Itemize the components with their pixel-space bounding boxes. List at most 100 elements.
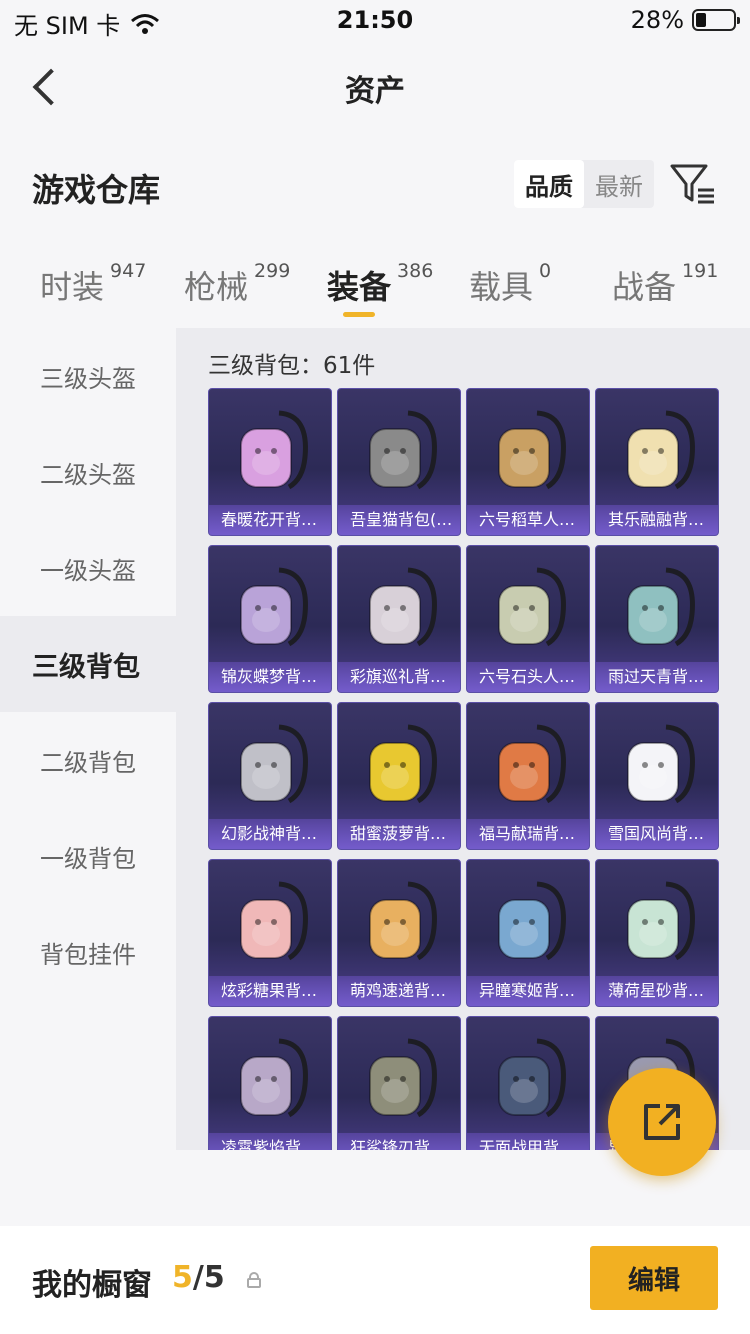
backpack-icon [240,724,308,804]
item-card[interactable]: 锦灰蝶梦背… [208,545,332,693]
tab-label: 战备 [612,268,677,306]
tab-count: 299 [254,260,291,282]
battery-percent: 28% [630,6,684,34]
backpack-icon [627,881,695,961]
tab-supplies[interactable]: 战备 191 [612,260,719,308]
showcase-count: 5/5 [172,1260,225,1295]
tab-equipment[interactable]: 装备 386 [327,260,434,308]
sidebar-item-lvl2-backpack[interactable]: 二级背包 [0,712,176,808]
backpack-icon [369,724,437,804]
backpack-icon [627,410,695,490]
showcase-count-current: 5 [172,1260,193,1295]
item-name: 异瞳寒姬背… [467,976,589,1006]
backpack-icon [369,567,437,647]
sort-quality-button[interactable]: 品质 [514,160,584,208]
item-panel: 三级背包：61件 春暖花开背… 吾皇猫背包(… 六号稻草人… 其乐融融背… 锦灰蝶梦背…… [176,328,750,1150]
section-title: 游戏仓库 [32,171,161,209]
backpack-icon [627,724,695,804]
item-name: 春暖花开背… [209,505,331,535]
item-card[interactable]: 甜蜜菠萝背… [337,702,461,850]
panel-heading: 三级背包：61件 [208,353,376,379]
backpack-icon [240,881,308,961]
backpack-icon [369,410,437,490]
item-card[interactable]: 春暖花开背… [208,388,332,536]
item-card[interactable]: 彩旗巡礼背… [337,545,461,693]
item-name: 薄荷星砂背… [596,976,718,1006]
share-icon [644,1104,680,1140]
backpack-icon [498,881,566,961]
item-name: 萌鸡速递背… [338,976,460,1006]
item-name: 彩旗巡礼背… [338,662,460,692]
item-name: 无面战甲背… [467,1133,589,1150]
tab-count: 947 [110,260,147,282]
category-tabs: 时装 947 枪械 299 装备 386 载具 0 战备 191 [0,260,750,322]
item-name: 福马献瑞背… [467,819,589,849]
item-name: 六号石头人… [467,662,589,692]
nav-bar: 资产 [0,50,750,120]
backpack-icon [240,567,308,647]
item-name: 幻影战神背… [209,819,331,849]
item-card[interactable]: 雪国风尚背… [595,702,719,850]
item-card[interactable]: 六号稻草人… [466,388,590,536]
backpack-icon [498,1038,566,1118]
sort-latest-button[interactable]: 最新 [584,160,654,208]
item-card[interactable]: 其乐融融背… [595,388,719,536]
showcase-label: 我的橱窗 [32,1268,152,1303]
tab-vehicles[interactable]: 载具 0 [469,260,552,308]
filter-icon[interactable] [668,160,716,206]
sidebar-item-lvl1-backpack[interactable]: 一级背包 [0,808,176,904]
showcase-count-total: /5 [192,1260,225,1295]
tab-count: 386 [397,260,434,282]
sidebar-item-lvl1-helmet[interactable]: 一级头盔 [0,520,176,616]
item-name: 甜蜜菠萝背… [338,819,460,849]
item-name: 其乐融融背… [596,505,718,535]
sidebar-item-backpack-charms[interactable]: 背包挂件 [0,904,176,1000]
item-name: 吾皇猫背包(… [338,505,460,535]
share-fab-button[interactable] [608,1068,716,1176]
item-card[interactable]: 福马献瑞背… [466,702,590,850]
backpack-icon [498,724,566,804]
tab-count: 0 [539,260,552,282]
item-card[interactable]: 幻影战神背… [208,702,332,850]
tab-label: 枪械 [184,268,249,306]
item-card[interactable]: 雨过天青背… [595,545,719,693]
sidebar-item-lvl3-helmet[interactable]: 三级头盔 [0,328,176,424]
item-name: 狂鲨锋刃背… [338,1133,460,1150]
tab-firearms[interactable]: 枪械 299 [184,260,291,308]
item-card[interactable]: 凌霄紫焰背… [208,1016,332,1150]
tab-label: 时装 [40,268,105,306]
showcase-bar: 我的橱窗 5/5 编辑 [0,1226,750,1334]
tab-fashion[interactable]: 时装 947 [40,260,147,308]
backpack-icon [240,410,308,490]
sort-toggle: 品质 最新 [514,160,654,208]
backpack-icon [240,1038,308,1118]
item-card[interactable]: 炫彩糖果背… [208,859,332,1007]
lock-icon [247,1272,261,1288]
backpack-icon [369,1038,437,1118]
status-bar: 无 SIM 卡 21:50 28% [0,0,750,42]
backpack-icon [627,567,695,647]
page-title: 资产 [345,74,405,109]
item-card[interactable]: 六号石头人… [466,545,590,693]
sidebar-item-lvl3-backpack[interactable]: 三级背包 [0,616,176,712]
active-tab-indicator [343,312,375,317]
item-card[interactable]: 萌鸡速递背… [337,859,461,1007]
edit-button[interactable]: 编辑 [590,1246,718,1310]
sidebar-item-lvl2-helmet[interactable]: 二级头盔 [0,424,176,520]
item-card[interactable]: 吾皇猫背包(… [337,388,461,536]
item-card[interactable]: 薄荷星砂背… [595,859,719,1007]
backpack-icon [369,881,437,961]
item-card[interactable]: 无面战甲背… [466,1016,590,1150]
tab-label: 载具 [469,268,534,306]
item-name: 雪国风尚背… [596,819,718,849]
backpack-icon [498,410,566,490]
item-name: 锦灰蝶梦背… [209,662,331,692]
tab-count: 191 [682,260,719,282]
item-name: 六号稻草人… [467,505,589,535]
item-card[interactable]: 狂鲨锋刃背… [337,1016,461,1150]
sidebar: 三级头盔 二级头盔 一级头盔 三级背包 二级背包 一级背包 背包挂件 [0,328,176,1148]
backpack-icon [498,567,566,647]
item-name: 炫彩糖果背… [209,976,331,1006]
item-card[interactable]: 异瞳寒姬背… [466,859,590,1007]
item-grid: 春暖花开背… 吾皇猫背包(… 六号稻草人… 其乐融融背… 锦灰蝶梦背… 彩旗巡礼背… 六号石… [208,388,720,1150]
